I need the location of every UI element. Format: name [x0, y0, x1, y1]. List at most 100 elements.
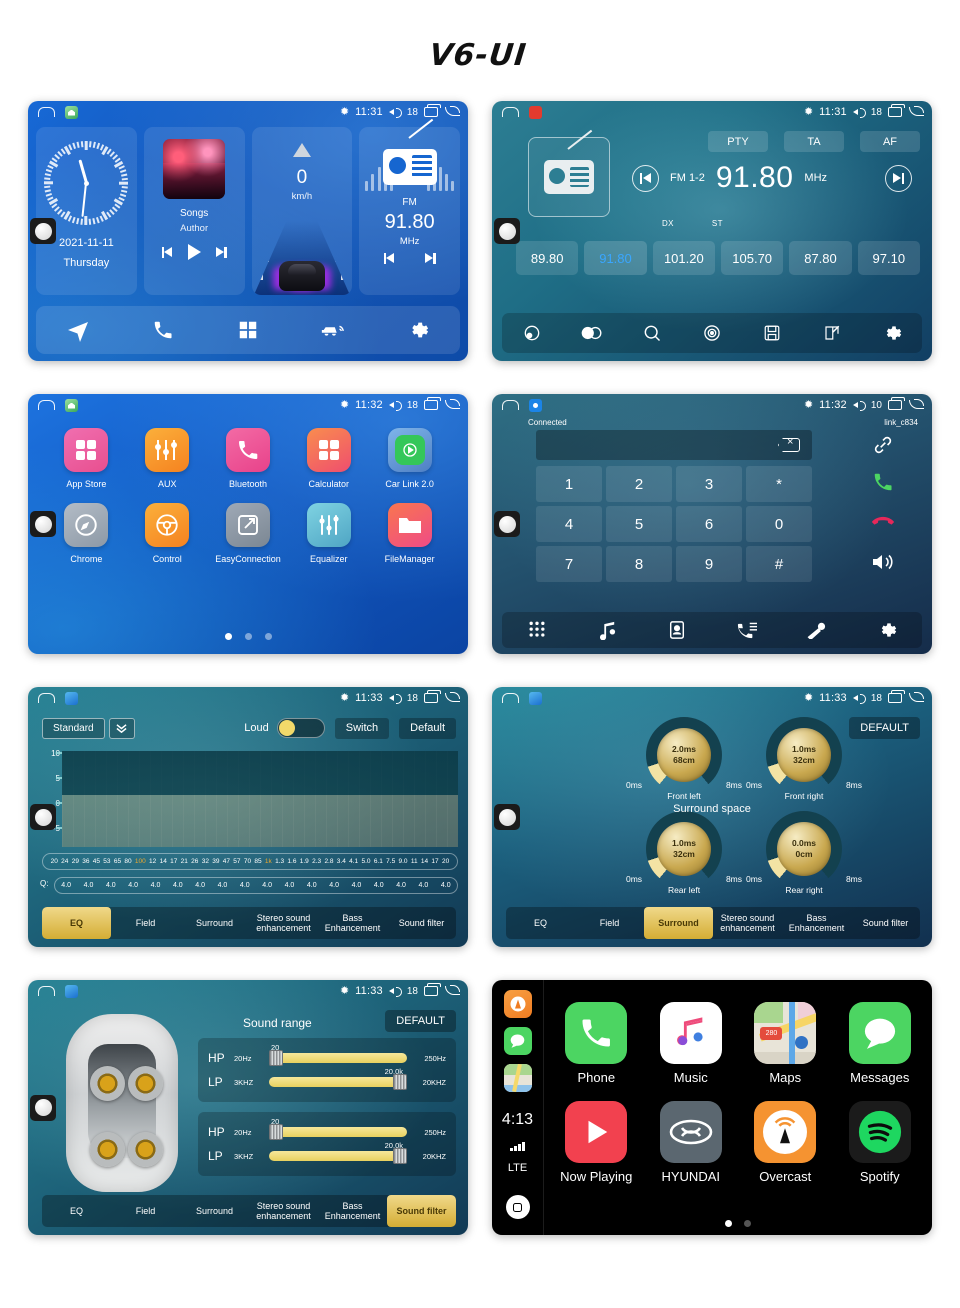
tab-stereo-sound-enhancement[interactable]: Stereo sound enhancement	[249, 907, 318, 939]
eq-frequency-tick[interactable]: 3.4	[337, 858, 346, 865]
widget-navigation[interactable]: 0 km/h	[251, 127, 353, 295]
app-item-equalizer[interactable]: Equalizer	[288, 503, 369, 564]
eq-frequency-strip[interactable]: 20 24 29 36 45 53 65 80 100 12 14 17 21 26 32 39 47 57 70 8…	[42, 853, 458, 870]
carplay-app-phone[interactable]: Phone	[554, 1002, 639, 1085]
hardware-knob[interactable]	[30, 804, 56, 830]
key-hash[interactable]: #	[746, 546, 812, 582]
eq-q-value[interactable]: 4.0	[240, 882, 250, 889]
preset-button[interactable]: 105.70	[720, 241, 784, 275]
loud-toggle[interactable]	[276, 718, 325, 738]
home-icon[interactable]	[502, 400, 519, 410]
carplay-app-music[interactable]: Music	[649, 1002, 734, 1085]
settings-icon[interactable]	[879, 320, 905, 346]
equalizer-app-badge-icon[interactable]	[65, 691, 78, 705]
eq-q-value[interactable]: 4.0	[195, 882, 205, 889]
eq-frequency-tick[interactable]: 45	[93, 858, 100, 865]
recents-icon[interactable]	[888, 690, 905, 703]
knob-rear-right[interactable]: 0.0ms 0cm 0ms 8ms Rear right	[744, 811, 864, 895]
eq-q-value[interactable]: 4.0	[151, 882, 161, 889]
eq-frequency-tick[interactable]: 53	[103, 858, 110, 865]
ta-button[interactable]: TA	[784, 131, 844, 152]
widget-music[interactable]: Songs Author	[143, 127, 245, 295]
dx-label[interactable]: DX	[662, 219, 674, 228]
eq-frequency-tick[interactable]: 57	[233, 858, 240, 865]
eq-frequency-tick[interactable]: 17	[431, 858, 438, 865]
app-item-control[interactable]: Control	[127, 503, 208, 564]
hardware-knob[interactable]	[30, 1094, 56, 1121]
page-dot[interactable]	[744, 1220, 751, 1227]
eq-q-value[interactable]: 4.0	[329, 882, 339, 889]
speaker-icon[interactable]	[848, 544, 918, 580]
radio-prev-icon[interactable]	[383, 253, 395, 264]
messages-icon[interactable]	[503, 1027, 532, 1055]
key-4[interactable]: 4	[536, 506, 602, 542]
settings-icon[interactable]	[405, 317, 431, 343]
music-icon[interactable]	[594, 617, 620, 643]
knob-front-right[interactable]: 1.0ms 32cm 0ms 8ms Front right	[744, 717, 864, 801]
recents-icon[interactable]	[888, 397, 905, 410]
eq-frequency-tick[interactable]: 80	[124, 858, 131, 865]
eq-frequency-tick[interactable]: 47	[223, 858, 230, 865]
tab-eq[interactable]: EQ	[42, 1195, 111, 1227]
preset-button[interactable]: 91.80	[584, 241, 647, 275]
slider-thumb[interactable]	[269, 1050, 283, 1066]
screen-sound-filter[interactable]: ✹ 11:33 18 Sound range DEFAULT HP 20Hz 2…	[28, 980, 468, 1235]
screen-equalizer[interactable]: ✹ 11:33 18 Standard Loud Switch Default …	[28, 687, 468, 947]
launcher-badge-icon[interactable]	[65, 105, 78, 119]
tab-sound-filter[interactable]: Sound filter	[851, 907, 920, 939]
back-icon[interactable]	[444, 691, 460, 704]
eq-frequency-tick[interactable]: 20	[51, 858, 58, 865]
pty-button[interactable]: PTY	[708, 131, 768, 152]
carplay-app-maps[interactable]: 280 Maps	[743, 1002, 828, 1085]
page-dot[interactable]	[224, 633, 232, 640]
eq-frequency-tick[interactable]: 4.1	[349, 858, 358, 865]
key-5[interactable]: 5	[606, 506, 672, 542]
phone-number-input[interactable]	[536, 430, 812, 460]
eq-frequency-tick[interactable]: 1.6	[287, 858, 296, 865]
eq-frequency-tick[interactable]: 11	[411, 858, 418, 865]
tab-sound-filter[interactable]: Sound filter	[387, 1195, 456, 1227]
key-9[interactable]: 9	[676, 546, 742, 582]
eq-q-value[interactable]: 4.0	[128, 882, 138, 889]
eq-q-value[interactable]: 4.0	[352, 882, 362, 889]
carplay-app-hyundai[interactable]: HYUNDAI	[649, 1101, 734, 1184]
radio-app-badge-icon[interactable]	[529, 105, 542, 119]
app-item-chrome[interactable]: Chrome	[46, 503, 127, 564]
contacts-icon[interactable]	[664, 617, 690, 643]
eq-frequency-tick[interactable]: 65	[114, 858, 121, 865]
next-icon[interactable]	[216, 246, 227, 258]
eq-frequency-tick[interactable]: 39	[212, 858, 219, 865]
eq-frequency-tick[interactable]: 24	[61, 858, 68, 865]
back-icon[interactable]	[908, 398, 924, 411]
radio-next-icon[interactable]	[425, 253, 436, 264]
eq-frequency-tick[interactable]: 1k	[265, 858, 272, 865]
eq-frequency-tick[interactable]: 2.3	[312, 858, 321, 865]
tab-stereo-sound-enhancement[interactable]: Stereo sound enhancement	[249, 1195, 318, 1227]
eq-frequency-tick[interactable]: 70	[244, 858, 251, 865]
eq-q-value[interactable]: 4.0	[173, 882, 183, 889]
launcher-badge-icon[interactable]	[65, 398, 78, 412]
eq-curve-plot[interactable]	[62, 751, 458, 847]
eq-q-value[interactable]: 4.0	[307, 882, 317, 889]
eq-frequency-tick[interactable]: 1.3	[275, 858, 284, 865]
key-2[interactable]: 2	[606, 466, 672, 502]
screen-surround[interactable]: ✹ 11:33 18 DEFAULT 2.0ms 68cm 0ms 8ms Fr…	[492, 687, 932, 947]
stereo-icon[interactable]	[579, 320, 605, 346]
carplay-app-now-playing[interactable]: Now Playing	[554, 1101, 639, 1184]
screen-bluetooth-dialer[interactable]: ✹ 11:32 10 Connected link_c834 1 2 3 *	[492, 394, 932, 654]
filter-slider[interactable]: 20	[269, 1117, 407, 1140]
recents-icon[interactable]	[424, 104, 441, 117]
apps-icon[interactable]	[235, 317, 261, 343]
carplay-icon[interactable]	[320, 317, 346, 343]
tab-eq[interactable]: EQ	[42, 907, 111, 939]
eq-q-value[interactable]: 4.0	[262, 882, 272, 889]
key-6[interactable]: 6	[676, 506, 742, 542]
eq-frequency-tick[interactable]: 2.8	[324, 858, 333, 865]
back-icon[interactable]	[908, 105, 924, 118]
navigation-icon[interactable]	[65, 317, 91, 343]
eq-frequency-tick[interactable]: 32	[202, 858, 209, 865]
eq-q-value[interactable]: 4.0	[218, 882, 228, 889]
hardware-knob[interactable]	[30, 218, 56, 244]
recents-icon[interactable]	[424, 690, 441, 703]
eq-frequency-tick[interactable]: 14	[160, 858, 167, 865]
